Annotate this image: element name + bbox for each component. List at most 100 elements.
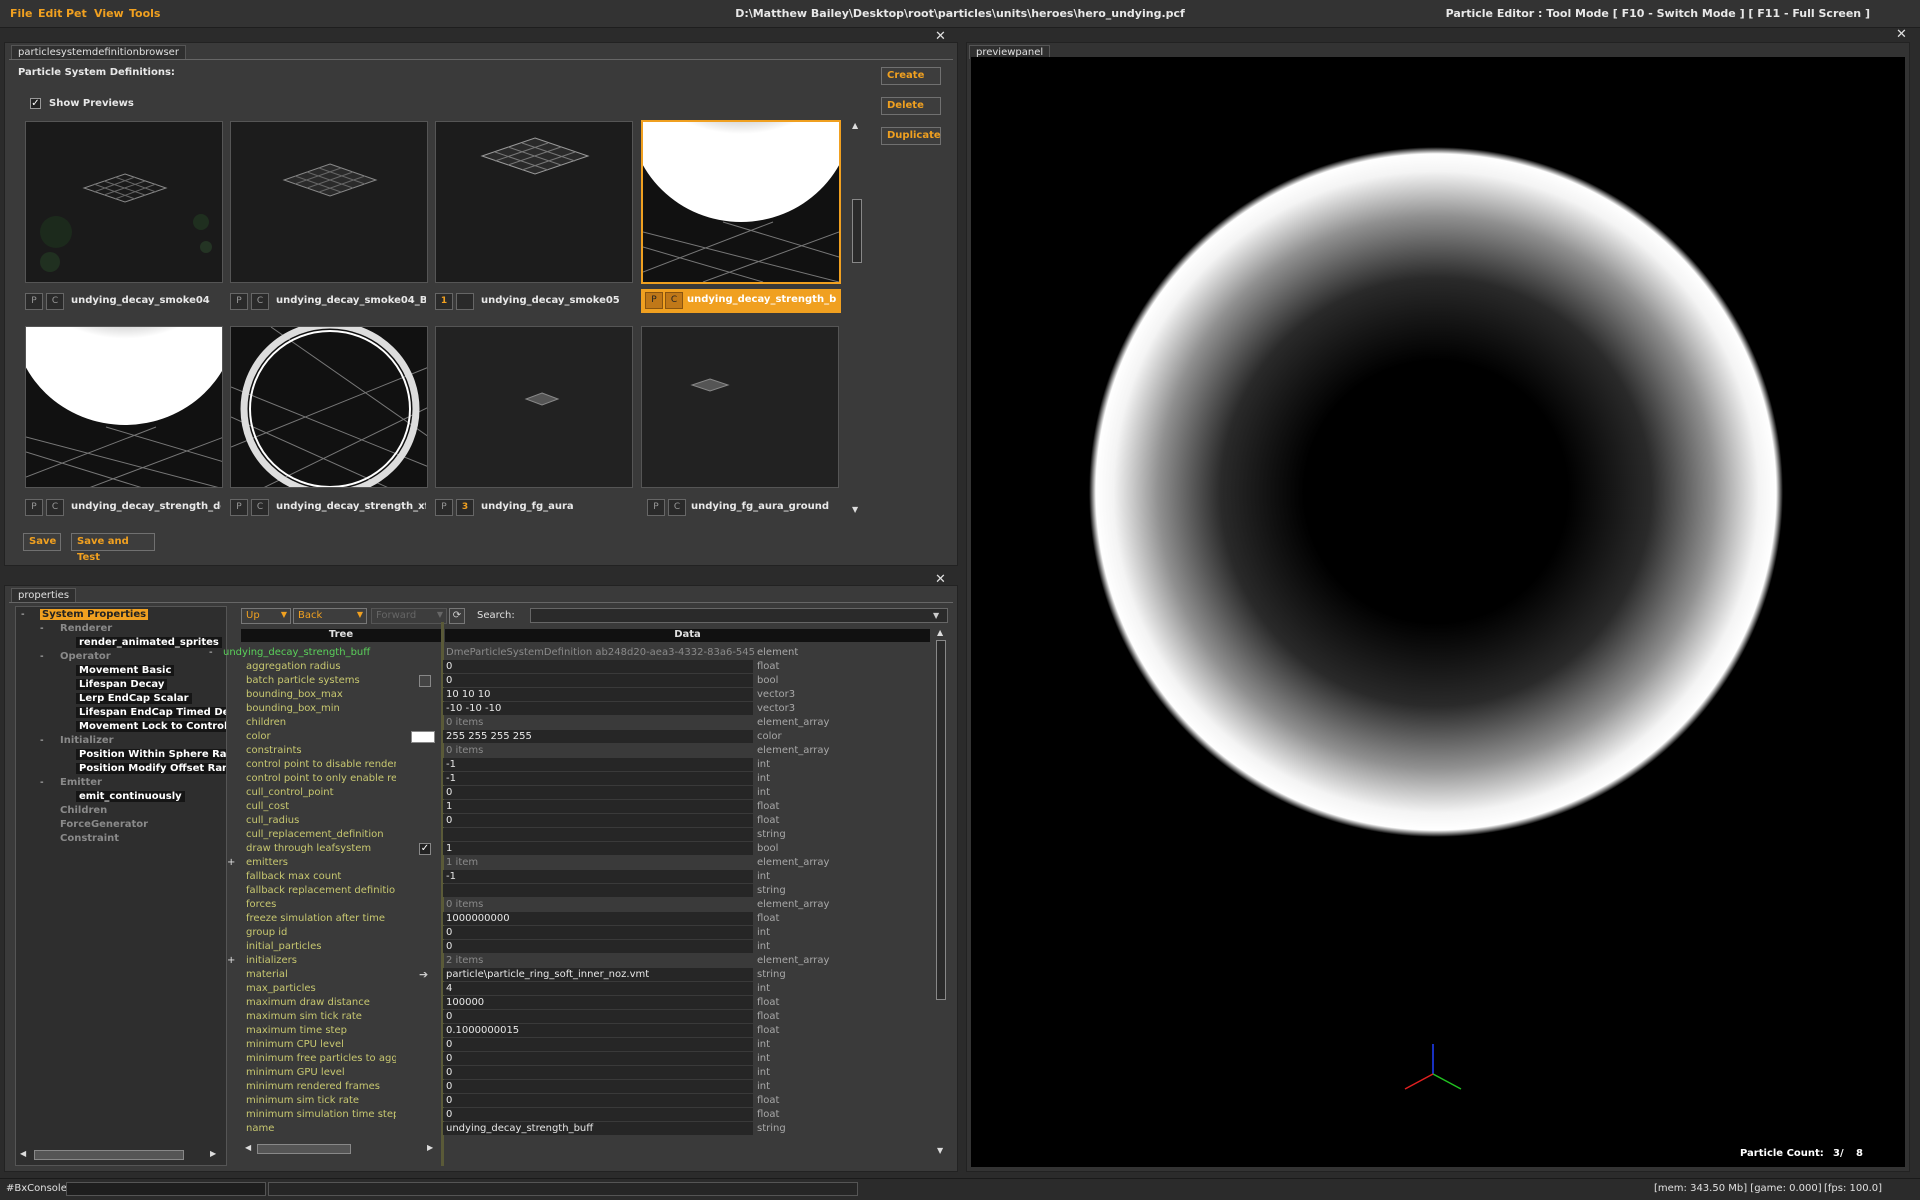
property-value[interactable]: 4 [443, 982, 753, 995]
search-chevron-icon[interactable]: ▼ [933, 611, 939, 620]
property-row[interactable]: children 0 items element_array [205, 716, 905, 730]
scroll-up-icon[interactable]: ▲ [937, 628, 943, 637]
property-row[interactable]: name undying_decay_strength_buff string [205, 1122, 905, 1136]
tree-node[interactable]: Initializer [60, 735, 114, 746]
tree-node[interactable]: Renderer [60, 623, 112, 634]
property-row[interactable]: minimum GPU level 0 int [205, 1066, 905, 1080]
color-swatch[interactable] [411, 731, 435, 743]
property-value[interactable]: 0 items [443, 744, 753, 757]
scroll-up-icon[interactable]: ▲ [852, 121, 858, 130]
browser-tab[interactable]: particlesystemdefinitionbrowser [11, 45, 186, 59]
tree-node[interactable]: emit_continuously [76, 791, 185, 802]
preview-thumbnail[interactable] [25, 121, 223, 283]
expand-icon[interactable]: + [227, 856, 235, 869]
browser-item[interactable]: 1 undying_decay_smoke05 [435, 291, 635, 313]
property-row[interactable]: aggregation radius 0 float [205, 660, 905, 674]
property-value[interactable] [443, 884, 753, 897]
property-value[interactable]: undying_decay_strength_buff [443, 1122, 753, 1135]
console-input[interactable] [66, 1182, 266, 1196]
property-value[interactable]: 0 [443, 1066, 753, 1079]
preview-viewport[interactable]: Particle Count: 3/ 8 [971, 57, 1905, 1167]
property-row[interactable]: maximum sim tick rate 0 float [205, 1010, 905, 1024]
children-toggle[interactable]: C [251, 499, 269, 516]
root-property-row[interactable]: - undying_decay_strength_buff DmeParticl… [205, 646, 905, 660]
preview-toggle[interactable]: P [645, 292, 663, 309]
property-row[interactable]: minimum CPU level 0 int [205, 1038, 905, 1052]
property-value[interactable]: 10 10 10 [443, 688, 753, 701]
children-toggle[interactable]: C [665, 292, 683, 309]
data-column-header[interactable]: Data [445, 629, 930, 642]
property-row[interactable]: constraints 0 items element_array [205, 744, 905, 758]
tree-node[interactable]: Movement Basic [76, 665, 175, 676]
browse-arrow-icon[interactable]: ➔ [419, 969, 431, 981]
property-value[interactable]: 0 [443, 1108, 753, 1121]
property-row[interactable]: minimum sim tick rate 0 float [205, 1094, 905, 1108]
back-dropdown[interactable]: Back ▼ [293, 608, 367, 624]
menu-file[interactable]: File [10, 7, 33, 20]
property-row[interactable]: control point to disable rendering -1 int [205, 758, 905, 772]
property-row[interactable]: cull_control_point 0 int [205, 786, 905, 800]
property-row[interactable]: cull_cost 1 float [205, 800, 905, 814]
menu-pet[interactable]: Pet [66, 7, 87, 20]
property-value[interactable]: 1 [443, 842, 753, 855]
grid-hscrollbar[interactable]: ◀ ▶ [245, 1143, 435, 1155]
property-row[interactable]: minimum rendered frames 0 int [205, 1080, 905, 1094]
scroll-left-icon[interactable]: ◀ [20, 1149, 26, 1158]
property-row[interactable]: + emitters 1 item element_array [205, 856, 905, 870]
property-value[interactable]: 0 [443, 1094, 753, 1107]
property-value[interactable] [443, 828, 753, 841]
browser-item[interactable]: P C undying_decay_smoke04_BACK [230, 291, 430, 313]
tree-node[interactable]: render_animated_sprites [76, 637, 222, 648]
children-toggle[interactable]: C [668, 499, 686, 516]
property-value[interactable]: 0 [443, 1038, 753, 1051]
scroll-thumb[interactable] [936, 640, 946, 1000]
window-close-icon[interactable]: ✕ [1896, 27, 1907, 42]
preview-toggle[interactable]: P [435, 499, 453, 516]
tree-node[interactable]: Constraint [60, 833, 119, 844]
children-toggle[interactable]: C [46, 293, 64, 310]
property-row[interactable]: maximum draw distance 100000 float [205, 996, 905, 1010]
property-row[interactable]: fallback replacement definition string [205, 884, 905, 898]
children-toggle[interactable] [456, 293, 474, 310]
property-value[interactable]: -1 [443, 870, 753, 883]
collapse-icon[interactable]: - [209, 646, 213, 659]
property-row[interactable]: forces 0 items element_array [205, 898, 905, 912]
preview-toggle[interactable]: P [25, 293, 43, 310]
preview-toggle[interactable]: P [25, 499, 43, 516]
refresh-icon[interactable]: ⟳ [449, 608, 465, 624]
preview-toggle[interactable]: P [647, 499, 665, 516]
browser-item[interactable]: P C undying_decay_smoke04 [25, 291, 225, 313]
show-previews-checkbox[interactable]: ✓ [30, 98, 41, 109]
property-row[interactable]: minimum free particles to aggregate 0 int [205, 1052, 905, 1066]
properties-close-icon[interactable]: ✕ [935, 572, 946, 587]
property-row[interactable]: bounding_box_max 10 10 10 vector3 [205, 688, 905, 702]
browser-item[interactable]: P 3 undying_fg_aura [435, 497, 635, 519]
tree-hscrollbar[interactable]: ◀ ▶ [20, 1149, 220, 1161]
property-value[interactable]: 1000000000 [443, 912, 753, 925]
property-value[interactable]: 0 [443, 814, 753, 827]
property-row[interactable]: initial_particles 0 int [205, 940, 905, 954]
property-value[interactable]: 1 item [443, 856, 753, 869]
browser-item-selected[interactable]: P C undying_decay_strength_buff [641, 289, 841, 313]
property-value[interactable]: -1 [443, 772, 753, 785]
property-row[interactable]: + initializers 2 items element_array [205, 954, 905, 968]
save-button[interactable]: Save [23, 533, 61, 551]
preview-thumbnail[interactable] [25, 326, 223, 488]
scroll-thumb[interactable] [257, 1144, 351, 1154]
property-row[interactable]: control point to only enable rendering -1… [205, 772, 905, 786]
scroll-thumb[interactable] [34, 1150, 184, 1160]
tree-node[interactable]: Emitter [60, 777, 102, 788]
expand-icon[interactable]: + [227, 954, 235, 967]
menu-tools[interactable]: Tools [129, 7, 160, 20]
property-row[interactable]: freeze simulation after time 1000000000 fl… [205, 912, 905, 926]
preview-thumbnail-selected[interactable] [641, 120, 841, 284]
property-value[interactable]: 0 [443, 1052, 753, 1065]
property-value[interactable]: 0 [443, 674, 753, 687]
properties-tab[interactable]: properties [11, 588, 77, 602]
bool-checkbox[interactable] [419, 675, 431, 687]
property-value[interactable]: particle\particle_ring_soft_inner_noz.vm… [443, 968, 753, 981]
tree-node[interactable]: Lerp EndCap Scalar [76, 693, 192, 704]
browser-item[interactable]: P C undying_fg_aura_ground [641, 497, 841, 519]
preview-thumbnail[interactable] [230, 326, 428, 488]
property-value[interactable]: -1 [443, 758, 753, 771]
